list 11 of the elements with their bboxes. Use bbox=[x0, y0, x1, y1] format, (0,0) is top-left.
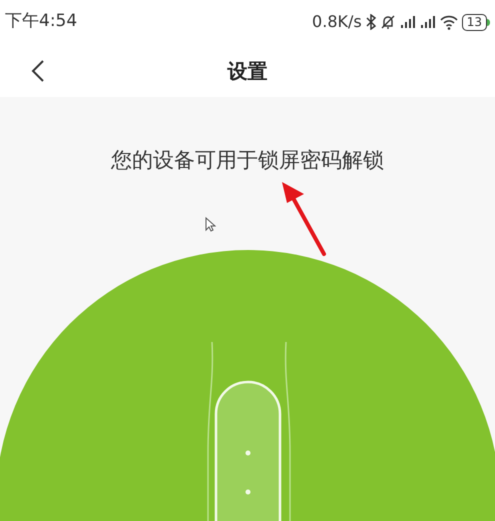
muted-bell-icon bbox=[380, 14, 396, 30]
wifi-icon bbox=[440, 14, 458, 30]
unlock-message: 您的设备可用于锁屏密码解锁 bbox=[111, 147, 384, 174]
bluetooth-icon bbox=[366, 14, 376, 30]
network-speed: 0.8K/s bbox=[312, 11, 362, 33]
status-time: 下午4:54 bbox=[5, 10, 78, 34]
signal-icon bbox=[420, 14, 436, 30]
cursor-icon bbox=[205, 217, 216, 232]
signal-icon bbox=[400, 14, 416, 30]
battery-indicator: 13 bbox=[462, 14, 490, 30]
page-title: 设置 bbox=[228, 58, 268, 84]
